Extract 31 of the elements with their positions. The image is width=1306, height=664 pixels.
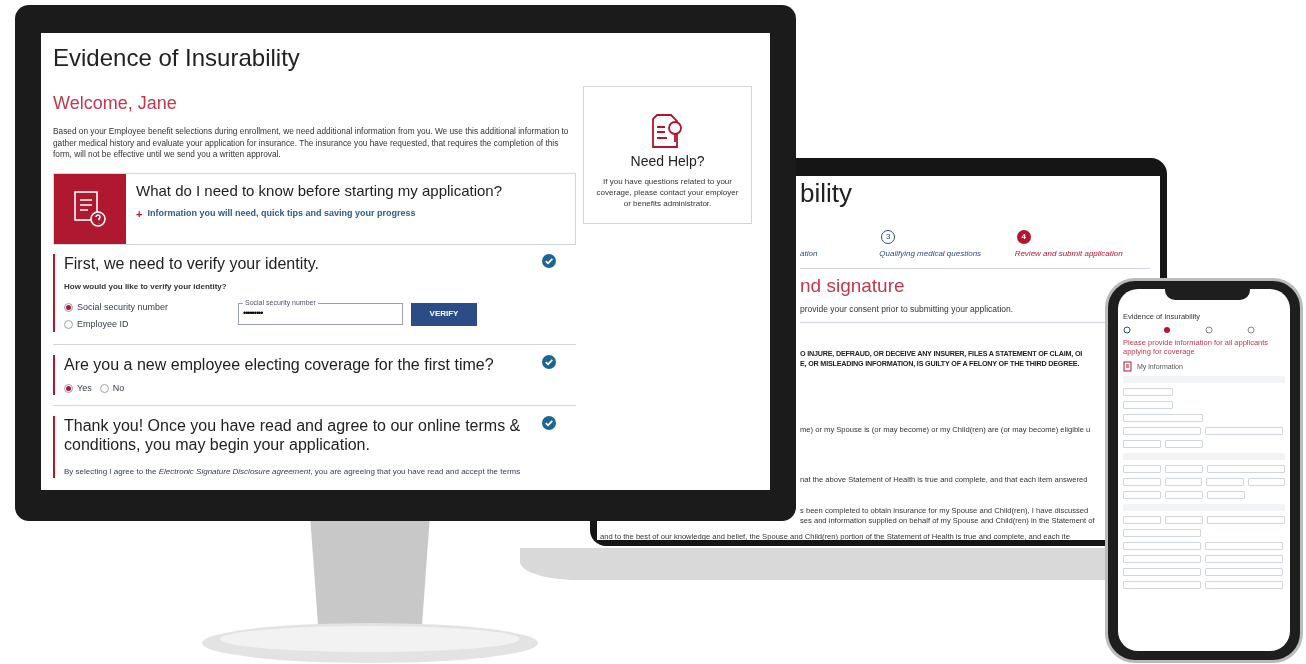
intro-paragraph: Based on your Employee benefit selections during enrollment, we need additional information from you. We use this additional information to gather medical history and evaluate your application for insurance. The insurance you have requested, that requires the completion of this form, will not be effective until we send you a written approval. (53, 126, 570, 161)
verify-button[interactable]: VERIFY (411, 302, 477, 326)
radio-button[interactable] (64, 383, 73, 393)
step-label[interactable]: Review and submit application (1014, 248, 1150, 260)
section-heading: nd signature (800, 275, 906, 297)
step-number: 4 (1016, 230, 1031, 244)
radio-button[interactable] (99, 383, 109, 393)
step-label[interactable]: Qualifying medical questions (879, 248, 1015, 260)
help-text: If you have questions related to your coverage, please contact your employer or benefits administrator. (595, 176, 740, 209)
radio-label: Social security number (77, 300, 169, 314)
section-heading: Are you a new employee electing coverage for the first time? (64, 354, 494, 374)
info-card-heading: What do I need to know before starting my application? (136, 181, 503, 200)
section-heading: First, we need to verify your identity. (64, 253, 319, 273)
radio-label: Employee ID (77, 318, 129, 331)
document-question-icon (73, 189, 107, 228)
section-heading: Thank you! Once you have read and agree to our online terms & conditions, you may begin your application. (64, 416, 522, 454)
welcome-heading: Welcome, Jane (53, 92, 178, 114)
terms-paragraph: By selecting I agree to the Electronic Signature Disclosure agreement, you are agreeing that you have read and accept the terms (64, 466, 522, 478)
document-search-icon (650, 113, 685, 149)
step-label[interactable]: ation (800, 248, 880, 260)
help-heading: Need Help? (630, 152, 705, 171)
page-title: bility (800, 178, 853, 208)
radio-label: No (112, 381, 125, 395)
page-title: Evidence of Insurability (53, 44, 301, 72)
document-icon (1123, 361, 1133, 374)
radio-label: Yes (77, 381, 92, 395)
radio-button[interactable] (64, 320, 73, 330)
radio-button[interactable] (64, 302, 73, 312)
question-label: How would you like to verify your identity? (64, 280, 228, 293)
info-link[interactable]: + Information you will need, quick tips and saving your progress (136, 205, 503, 222)
field-value: ••••••••• (243, 306, 263, 320)
